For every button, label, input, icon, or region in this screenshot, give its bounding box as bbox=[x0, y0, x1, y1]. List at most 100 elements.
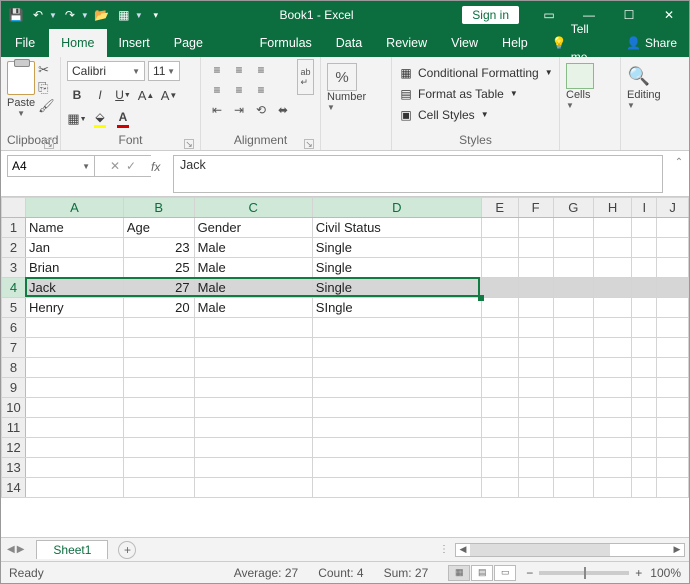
row-header[interactable]: 8 bbox=[2, 358, 26, 378]
cell[interactable] bbox=[593, 478, 631, 498]
row-header[interactable]: 13 bbox=[2, 458, 26, 478]
redo-icon[interactable]: ↷ bbox=[61, 6, 79, 24]
cell[interactable] bbox=[553, 278, 593, 298]
maximize-icon[interactable]: ☐ bbox=[609, 1, 649, 29]
name-box[interactable]: A4▼ bbox=[7, 155, 95, 177]
cell[interactable]: Age bbox=[123, 218, 194, 238]
cell[interactable] bbox=[657, 478, 689, 498]
cut-icon[interactable]: ✂ bbox=[38, 62, 54, 76]
cell[interactable] bbox=[518, 458, 553, 478]
cell[interactable] bbox=[593, 298, 631, 318]
cell[interactable] bbox=[593, 358, 631, 378]
undo-icon[interactable]: ↶ bbox=[29, 6, 47, 24]
cell[interactable]: Male bbox=[194, 298, 312, 318]
row-header[interactable]: 14 bbox=[2, 478, 26, 498]
cell[interactable]: Male bbox=[194, 278, 312, 298]
cell[interactable] bbox=[481, 298, 518, 318]
cell[interactable] bbox=[518, 238, 553, 258]
align-left-icon[interactable]: ≡ bbox=[207, 81, 227, 99]
expand-formula-bar-icon[interactable]: ⌃ bbox=[669, 151, 689, 196]
cell[interactable] bbox=[123, 478, 194, 498]
save-icon[interactable]: 💾 bbox=[7, 6, 25, 24]
cell[interactable] bbox=[553, 298, 593, 318]
cell[interactable] bbox=[632, 398, 657, 418]
cell[interactable] bbox=[553, 378, 593, 398]
enter-formula-icon[interactable]: ✓ bbox=[126, 159, 136, 173]
horizontal-scrollbar[interactable]: ◀▶ bbox=[455, 543, 685, 557]
borders-button[interactable]: ▦▼ bbox=[67, 109, 87, 129]
sheet-tab[interactable]: Sheet1 bbox=[36, 540, 108, 559]
cell[interactable] bbox=[593, 258, 631, 278]
cell[interactable]: Civil Status bbox=[312, 218, 481, 238]
decrease-font-icon[interactable]: A▼ bbox=[159, 85, 179, 105]
cell[interactable] bbox=[518, 378, 553, 398]
cell[interactable] bbox=[123, 458, 194, 478]
cell[interactable]: 23 bbox=[123, 238, 194, 258]
cell[interactable] bbox=[481, 478, 518, 498]
cell[interactable]: Single bbox=[312, 278, 481, 298]
cell[interactable] bbox=[632, 378, 657, 398]
cell[interactable] bbox=[26, 458, 124, 478]
cell[interactable] bbox=[123, 378, 194, 398]
cell[interactable] bbox=[312, 398, 481, 418]
cell-styles-button[interactable]: ▣Cell Styles▼ bbox=[398, 104, 489, 125]
tab-page-layout[interactable]: Page Layout bbox=[162, 29, 248, 57]
cell[interactable] bbox=[657, 278, 689, 298]
cell[interactable] bbox=[657, 438, 689, 458]
column-header[interactable]: I bbox=[632, 198, 657, 218]
italic-button[interactable]: I bbox=[90, 85, 110, 105]
cell[interactable] bbox=[481, 318, 518, 338]
align-bottom-icon[interactable]: ≡ bbox=[251, 61, 271, 79]
cell[interactable] bbox=[312, 318, 481, 338]
cell[interactable] bbox=[481, 438, 518, 458]
cell[interactable]: Gender bbox=[194, 218, 312, 238]
tab-review[interactable]: Review bbox=[374, 29, 439, 57]
cell[interactable] bbox=[194, 438, 312, 458]
increase-font-icon[interactable]: A▲ bbox=[136, 85, 156, 105]
cell[interactable] bbox=[481, 258, 518, 278]
cell[interactable] bbox=[518, 398, 553, 418]
cell[interactable] bbox=[518, 218, 553, 238]
table-tool-icon[interactable]: ▦ bbox=[115, 6, 133, 24]
tab-formulas[interactable]: Formulas bbox=[248, 29, 324, 57]
align-center-icon[interactable]: ≡ bbox=[229, 81, 249, 99]
copy-icon[interactable]: ⎘ bbox=[38, 80, 54, 94]
cell[interactable]: Male bbox=[194, 258, 312, 278]
font-color-button[interactable]: A bbox=[113, 109, 133, 129]
cell[interactable] bbox=[657, 398, 689, 418]
column-header[interactable]: C bbox=[194, 198, 312, 218]
cell[interactable] bbox=[481, 238, 518, 258]
cell[interactable] bbox=[657, 378, 689, 398]
dialog-launcher-icon[interactable]: ↘ bbox=[304, 139, 314, 149]
cell[interactable] bbox=[518, 298, 553, 318]
align-right-icon[interactable]: ≡ bbox=[251, 81, 271, 99]
cell[interactable] bbox=[593, 318, 631, 338]
cell[interactable] bbox=[194, 318, 312, 338]
cell[interactable] bbox=[553, 458, 593, 478]
cell[interactable] bbox=[553, 338, 593, 358]
cell[interactable] bbox=[194, 398, 312, 418]
row-header[interactable]: 11 bbox=[2, 418, 26, 438]
cell[interactable]: 27 bbox=[123, 278, 194, 298]
cell[interactable] bbox=[312, 378, 481, 398]
cells-icon[interactable] bbox=[566, 63, 594, 89]
cell[interactable] bbox=[553, 478, 593, 498]
cell[interactable] bbox=[123, 398, 194, 418]
chevron-down-icon[interactable]: ▼ bbox=[135, 11, 143, 20]
cell[interactable] bbox=[481, 458, 518, 478]
cell[interactable] bbox=[481, 278, 518, 298]
number-format-icon[interactable]: % bbox=[327, 63, 357, 91]
ribbon-display-icon[interactable]: ▭ bbox=[529, 1, 569, 29]
cell[interactable] bbox=[194, 378, 312, 398]
spreadsheet-grid[interactable]: ABCDEFGHIJ1NameAgeGenderCivil Status2Jan… bbox=[1, 197, 689, 537]
tell-me-button[interactable]: 💡Tell me bbox=[540, 29, 614, 57]
cell[interactable] bbox=[481, 418, 518, 438]
cell[interactable] bbox=[632, 358, 657, 378]
cell[interactable]: Single bbox=[312, 238, 481, 258]
dialog-launcher-icon[interactable]: ↘ bbox=[184, 139, 194, 149]
row-header[interactable]: 4 bbox=[2, 278, 26, 298]
row-header[interactable]: 10 bbox=[2, 398, 26, 418]
cell[interactable] bbox=[657, 318, 689, 338]
cell[interactable] bbox=[553, 238, 593, 258]
conditional-formatting-button[interactable]: ▦Conditional Formatting▼ bbox=[398, 62, 553, 83]
